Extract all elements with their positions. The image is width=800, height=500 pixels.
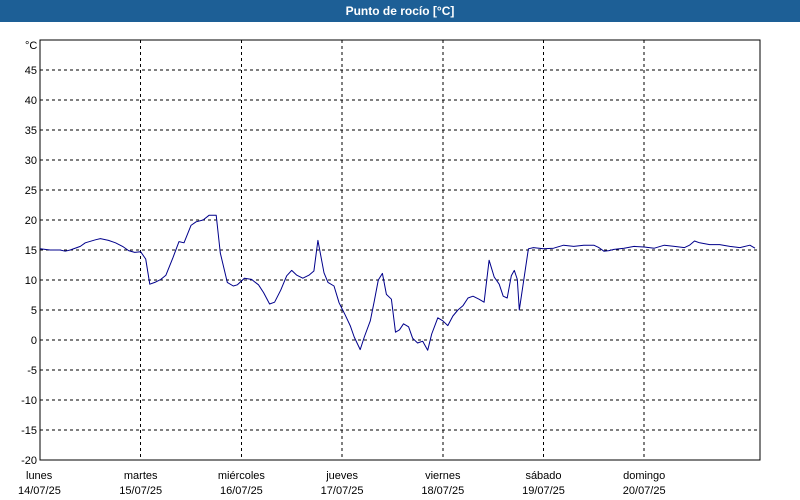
x-tick-day-label: miércoles bbox=[218, 470, 266, 482]
x-tick-day-label: jueves bbox=[325, 470, 358, 482]
y-tick-label: -20 bbox=[21, 455, 37, 467]
y-tick-label: 40 bbox=[25, 95, 37, 107]
y-tick-label: 25 bbox=[25, 185, 37, 197]
x-tick-date-label: 17/07/25 bbox=[321, 485, 364, 497]
y-tick-label: -5 bbox=[27, 365, 37, 377]
y-tick-label: 0 bbox=[31, 335, 37, 347]
y-tick-label: -10 bbox=[21, 395, 37, 407]
x-tick-date-label: 18/07/25 bbox=[421, 485, 464, 497]
y-tick-label: -15 bbox=[21, 425, 37, 437]
x-tick-date-label: 20/07/25 bbox=[623, 485, 666, 497]
x-tick-day-label: viernes bbox=[425, 470, 461, 482]
y-tick-labels: -20 -15 -10 -5 0 5 10 15 20 25 30 35 40 45 bbox=[21, 65, 37, 467]
chart-window: Punto de rocío [°C] -20 -15 -10 -5 0 5 10 15 20 2… bbox=[0, 0, 800, 500]
y-tick-label: 5 bbox=[31, 305, 37, 317]
y-unit-label: °C bbox=[25, 40, 37, 52]
y-tick-label: 45 bbox=[25, 65, 37, 77]
y-tick-label: 20 bbox=[25, 215, 37, 227]
x-tick-date-label: 15/07/25 bbox=[119, 485, 162, 497]
dew-point-chart: -20 -15 -10 -5 0 5 10 15 20 25 30 35 40 45 °C lunes 14… bbox=[18, 39, 761, 497]
x-tick-labels: lunes 14/07/25 martes 15/07/25 miércoles 16/0… bbox=[18, 470, 666, 497]
x-tick-day-label: sábado bbox=[525, 470, 561, 482]
y-tick-label: 15 bbox=[25, 245, 37, 257]
x-tick-day-label: martes bbox=[124, 470, 158, 482]
y-tick-label: 10 bbox=[25, 275, 37, 287]
y-tick-label: 35 bbox=[25, 125, 37, 137]
x-tick-day-label: lunes bbox=[26, 470, 53, 482]
y-tick-label: 30 bbox=[25, 155, 37, 167]
x-tick-date-label: 14/07/25 bbox=[18, 485, 61, 497]
x-tick-day-label: domingo bbox=[623, 470, 665, 482]
x-tick-date-label: 19/07/25 bbox=[522, 485, 565, 497]
x-tick-date-label: 16/07/25 bbox=[220, 485, 263, 497]
